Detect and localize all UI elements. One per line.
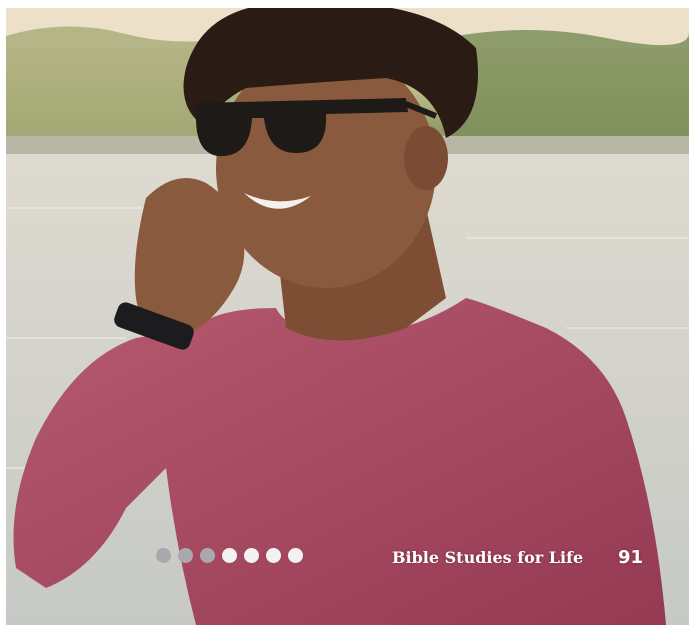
progress-dot-2 xyxy=(178,548,193,563)
photo xyxy=(6,8,689,625)
progress-dot-7 xyxy=(288,548,303,563)
man-on-phone-illustration xyxy=(6,8,689,625)
progress-dot-1 xyxy=(156,548,171,563)
progress-dot-6 xyxy=(266,548,281,563)
progress-dot-5 xyxy=(244,548,259,563)
publication-title: Bible Studies for Life xyxy=(392,548,584,567)
progress-dot-4 xyxy=(222,548,237,563)
page-number: 91 xyxy=(618,547,644,568)
page-footer: Bible Studies for Life 91 xyxy=(150,544,650,572)
progress-dot-3 xyxy=(200,548,215,563)
progress-dots xyxy=(156,548,303,563)
